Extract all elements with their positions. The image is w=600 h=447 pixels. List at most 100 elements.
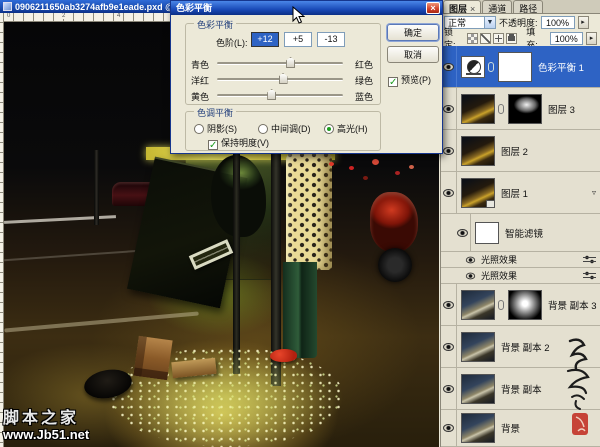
visibility-cell[interactable] — [455, 214, 471, 251]
watermark-url: www.Jb51.net — [3, 428, 89, 443]
eye-icon[interactable] — [443, 105, 454, 113]
eye-icon[interactable] — [443, 385, 454, 393]
layer-row-layer-1[interactable]: 图层 1 ▿ — [441, 172, 600, 214]
eye-icon[interactable] — [466, 272, 475, 279]
visibility-cell[interactable] — [441, 368, 457, 409]
layer-thumbnail[interactable] — [461, 178, 495, 208]
layer-row-layer-2[interactable]: 图层 2 — [441, 130, 600, 172]
fill-arrow-icon[interactable]: ▸ — [586, 32, 597, 45]
eye-icon[interactable] — [443, 63, 454, 71]
layer-thumbnail[interactable] — [461, 136, 495, 166]
visibility-cell[interactable] — [441, 284, 457, 325]
slider-thumb[interactable] — [267, 89, 276, 100]
tab-close-icon[interactable]: × — [470, 4, 475, 14]
cancel-button[interactable]: 取消 — [387, 46, 439, 63]
smart-filter-mask-thumbnail[interactable] — [475, 222, 499, 244]
smart-filter-expand-icon[interactable]: ▿ — [592, 188, 596, 197]
radio-icon[interactable] — [258, 124, 268, 134]
level-input-yellow-blue[interactable]: -13 — [317, 32, 345, 47]
slider-right-label: 蓝色 — [355, 90, 373, 103]
ruler-label: 4 — [116, 13, 121, 19]
layer-name[interactable]: 图层 3 — [548, 102, 575, 116]
mask-link-icon — [488, 62, 494, 72]
radio-midtones[interactable]: 中间调(D) — [258, 122, 311, 135]
effect-name[interactable]: 光照效果 — [481, 253, 517, 266]
layer-row-background-copy-3[interactable]: 背景 副本 3 — [441, 284, 600, 326]
preserve-luminosity-checkbox[interactable]: ✓保持明度(V) — [208, 136, 269, 150]
radio-highlights[interactable]: 高光(H) — [324, 122, 368, 135]
layer-thumbnail[interactable] — [461, 290, 495, 320]
lock-all-icon[interactable] — [506, 33, 517, 44]
effect-row-lighting-effects[interactable]: 光照效果 — [441, 252, 600, 268]
layer-name[interactable]: 图层 1 — [501, 186, 528, 200]
eye-icon[interactable] — [457, 229, 468, 237]
layer-name[interactable]: 图层 2 — [501, 144, 528, 158]
close-icon[interactable]: × — [426, 2, 440, 14]
visibility-cell[interactable] — [441, 172, 457, 213]
layer-thumbnail[interactable] — [461, 413, 495, 443]
color-balance-dialog: 色彩平衡 × 色彩平衡 色阶(L): +12 +5 -13 青色 红色 洋红 — [170, 0, 443, 154]
radio-icon[interactable] — [194, 124, 204, 134]
layer-thumbnail[interactable] — [461, 94, 495, 124]
eye-icon[interactable] — [466, 256, 475, 263]
radio-label: 阴影(S) — [207, 124, 237, 134]
eye-icon[interactable] — [443, 189, 454, 197]
layer-name[interactable]: 智能滤镜 — [505, 226, 543, 240]
road-lane-line — [4, 215, 116, 224]
adjustment-layer-thumbnail[interactable] — [461, 56, 485, 78]
layer-mask-thumbnail[interactable] — [508, 290, 542, 320]
dialog-title: 色彩平衡 — [176, 3, 212, 13]
slider-thumb[interactable] — [279, 73, 288, 84]
checkbox-icon[interactable]: ✓ — [208, 140, 218, 150]
filter-blend-options-icon[interactable] — [583, 255, 596, 264]
layer-row-color-balance-1[interactable]: 色彩平衡 1 — [441, 46, 600, 88]
layer-name[interactable]: 背景 — [501, 421, 520, 435]
layer-row-smart-filters[interactable]: 智能滤镜 — [441, 214, 600, 252]
layer-thumbnail[interactable] — [461, 374, 495, 404]
slider-track[interactable] — [217, 62, 343, 65]
effect-name[interactable]: 光照效果 — [481, 269, 517, 282]
visibility-cell[interactable] — [441, 410, 457, 446]
fill-value[interactable]: 100% — [550, 32, 584, 45]
checkbox-icon[interactable]: ✓ — [388, 77, 398, 87]
tab-layers[interactable]: 图层× — [443, 0, 481, 13]
effect-row-lighting-effects[interactable]: 光照效果 — [441, 268, 600, 284]
slider-thumb[interactable] — [286, 57, 295, 68]
visibility-cell[interactable] — [441, 88, 457, 129]
slider-track[interactable] — [217, 78, 343, 81]
layer-mask-thumbnail[interactable] — [508, 94, 542, 124]
ok-button[interactable]: 确定 — [387, 24, 439, 41]
level-input-magenta-green[interactable]: +5 — [284, 32, 312, 47]
radio-shadows[interactable]: 阴影(S) — [194, 122, 237, 135]
eye-icon[interactable] — [443, 147, 454, 155]
chevron-down-icon[interactable]: ▼ — [484, 17, 495, 28]
layer-name[interactable]: 背景 副本 2 — [501, 340, 550, 354]
lock-paint-icon[interactable] — [480, 33, 491, 44]
level-input-cyan-red[interactable]: +12 — [251, 32, 279, 47]
lock-position-icon[interactable] — [493, 33, 504, 44]
layer-row-background-copy[interactable]: 背景 副本 — [441, 368, 600, 410]
visibility-cell[interactable] — [441, 326, 457, 367]
eye-icon[interactable] — [443, 301, 454, 309]
layer-name[interactable]: 色彩平衡 1 — [538, 60, 584, 74]
filter-blend-options-icon[interactable] — [583, 271, 596, 280]
layer-name[interactable]: 背景 副本 — [501, 382, 542, 396]
layer-thumbnail[interactable] — [461, 332, 495, 362]
layer-mask-thumbnail[interactable] — [498, 52, 532, 82]
layer-row-background[interactable]: 背景 — [441, 410, 600, 447]
eye-icon[interactable] — [443, 343, 454, 351]
tab-channels[interactable]: 通道 — [482, 0, 512, 13]
lock-transparency-icon[interactable] — [467, 33, 478, 44]
visibility-cell[interactable] — [441, 46, 457, 87]
visibility-cell[interactable] — [441, 130, 457, 171]
layer-name[interactable]: 背景 副本 3 — [548, 298, 597, 312]
dialog-titlebar[interactable]: 色彩平衡 × — [171, 1, 442, 15]
preview-checkbox[interactable]: ✓预览(P) — [388, 73, 431, 87]
tab-paths[interactable]: 路径 — [513, 0, 543, 13]
opacity-arrow-icon[interactable]: ▸ — [578, 16, 589, 29]
layer-row-layer-3[interactable]: 图层 3 — [441, 88, 600, 130]
eye-icon[interactable] — [443, 424, 454, 432]
slider-track[interactable] — [217, 94, 343, 97]
layer-row-background-copy-2[interactable]: 背景 副本 2 — [441, 326, 600, 368]
radio-icon[interactable] — [324, 124, 334, 134]
